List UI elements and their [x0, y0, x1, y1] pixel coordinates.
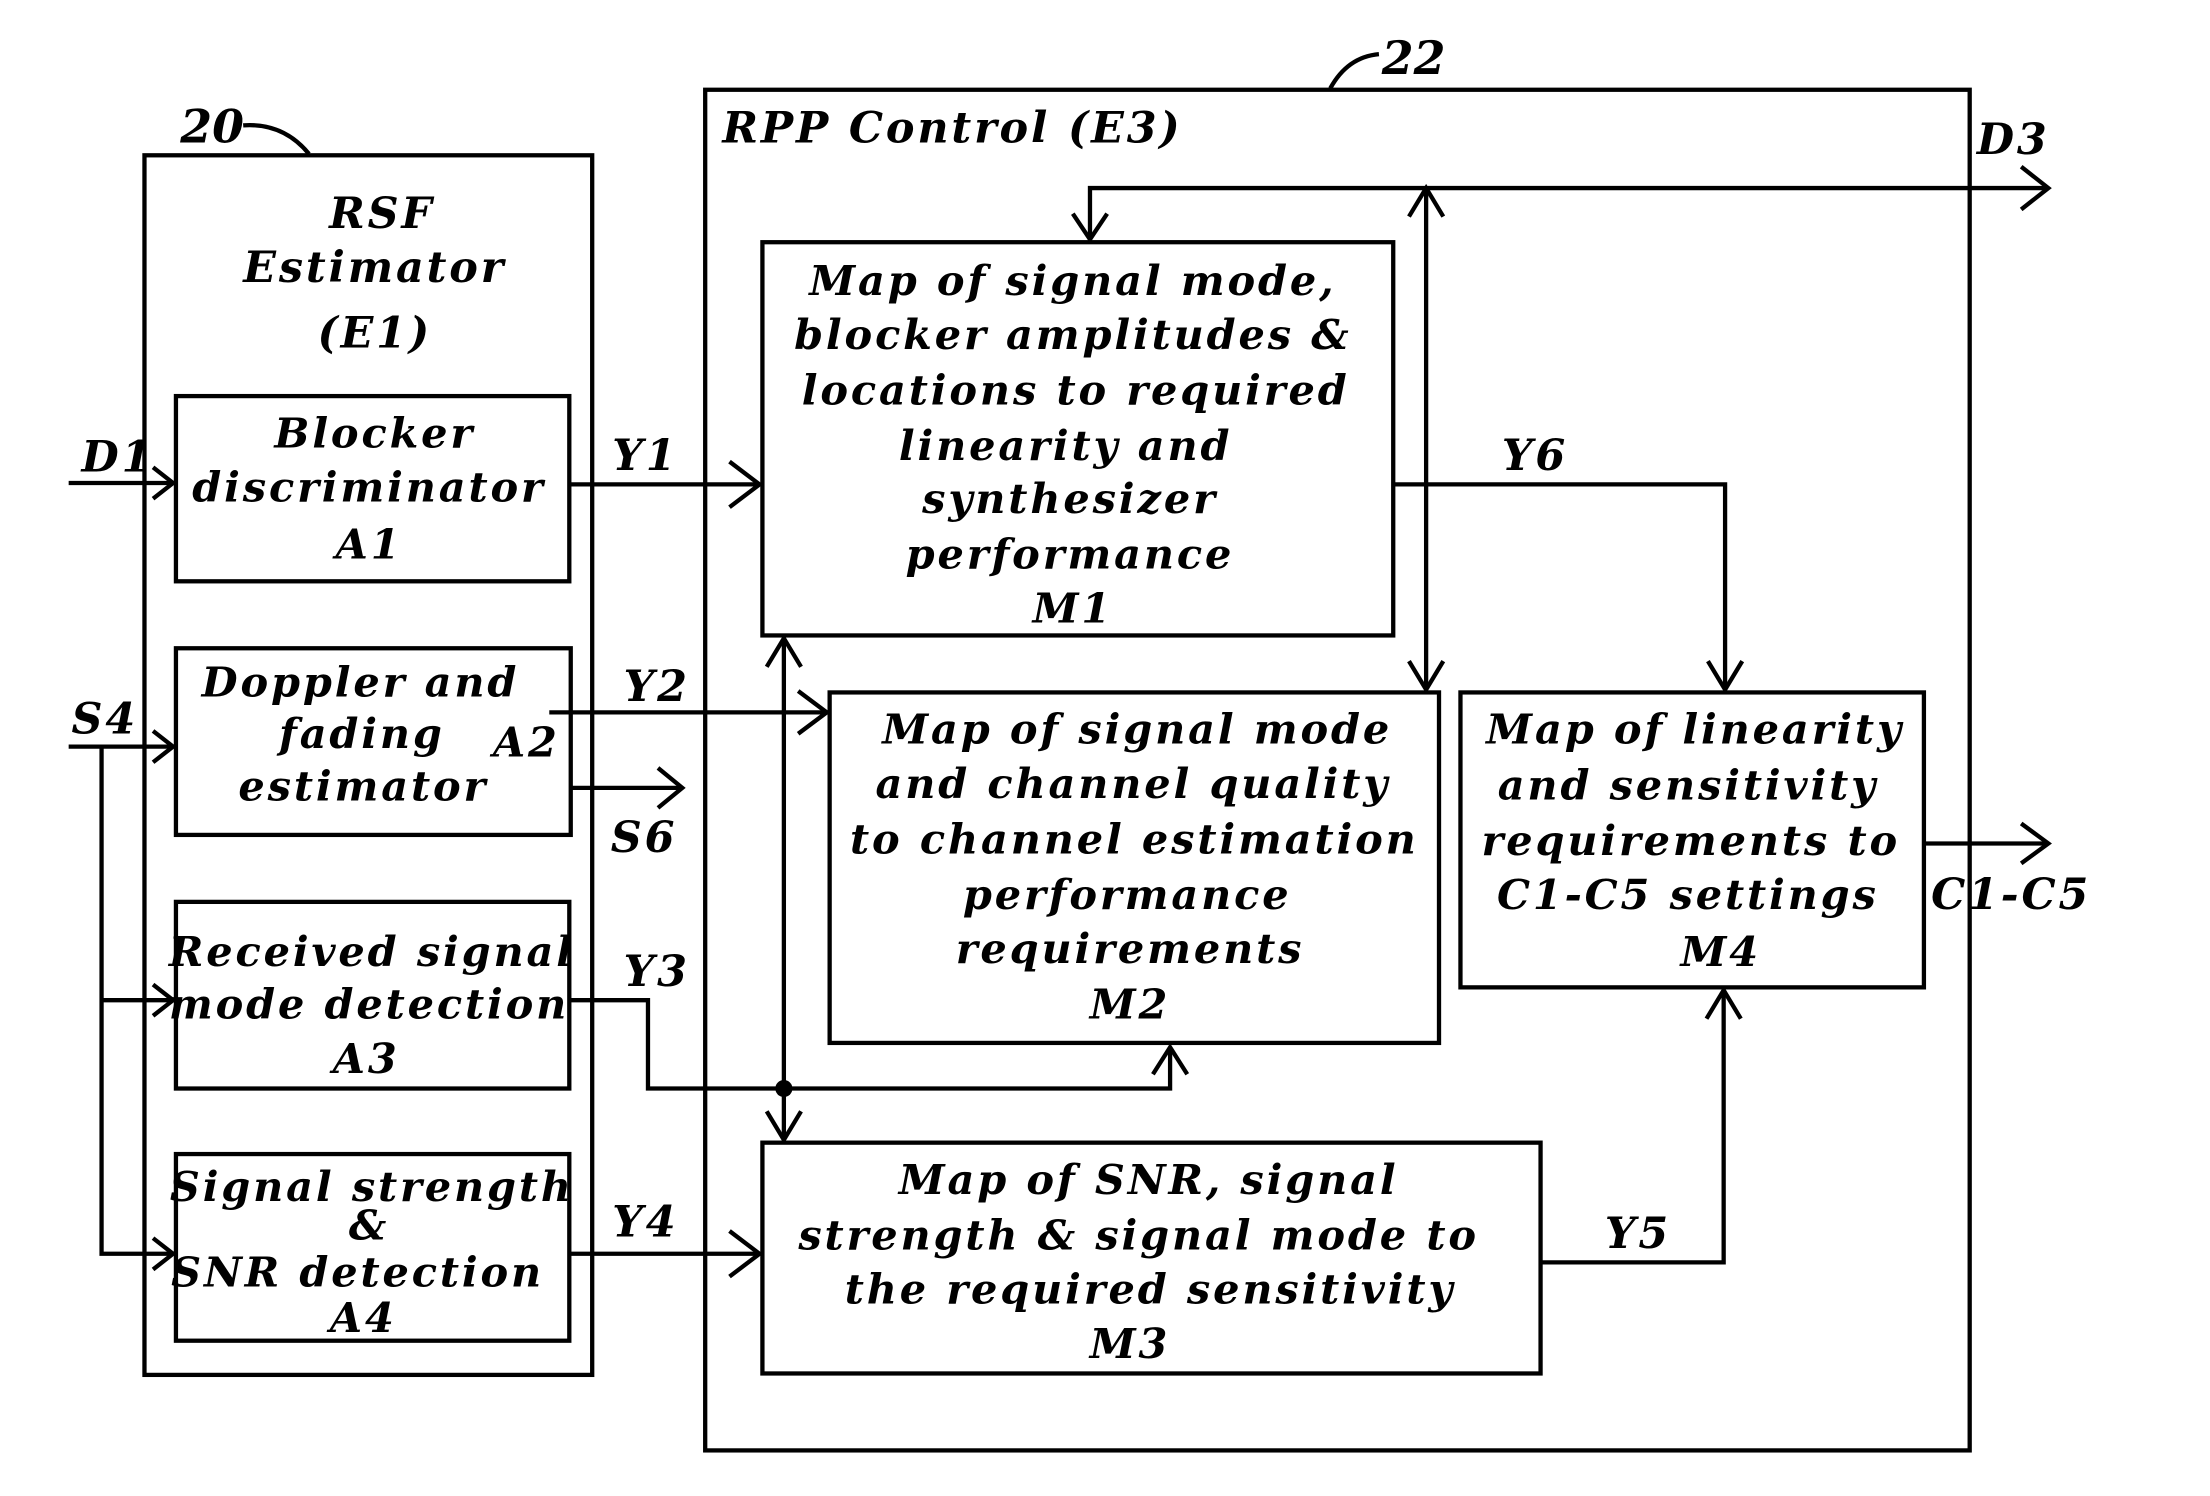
rpp-control-title: RPP Control (E3): [721, 104, 1182, 154]
block-m2-line: and channel quality: [876, 759, 1391, 808]
label-y6: Y6: [1502, 431, 1568, 481]
block-a1-id: A1: [332, 520, 403, 569]
block-m2-line: requirements: [956, 924, 1305, 973]
rsf-estimator-title-line: RSF: [328, 189, 435, 239]
block-a2-line: estimator: [238, 762, 488, 811]
block-a3-line: mode detection: [169, 980, 569, 1029]
block-m4-line: and sensitivity: [1498, 760, 1878, 809]
block-a4-line: &: [349, 1201, 389, 1250]
block-a1-blocker-discriminator[interactable]: Blocker discriminator A1: [173, 393, 572, 584]
label-y5: Y5: [1605, 1209, 1671, 1259]
block-m2-channel-estimation-map[interactable]: Map of signal mode and channel quality t…: [827, 690, 1442, 1046]
block-m3-sensitivity-map[interactable]: Map of SNR, signal strength & signal mod…: [760, 1140, 1543, 1376]
block-a4-id: A4: [326, 1293, 397, 1342]
signal-c1-c5: C1-C5: [1923, 821, 2091, 920]
label-d1: D1: [81, 433, 155, 483]
label-c1-c5: C1-C5: [1931, 870, 2091, 920]
block-m3-line: Map of SNR, signal: [897, 1155, 1399, 1204]
block-a4-signal-strength-snr[interactable]: Signal strength & SNR detection A4: [170, 1151, 574, 1343]
block-m1-line: Map of signal mode,: [807, 256, 1336, 305]
block-a3-line: Received signal: [168, 927, 575, 976]
block-m2-line: Map of signal mode: [880, 705, 1392, 754]
signal-y6: Y6: [1393, 431, 1745, 694]
junction-dot: [775, 1079, 793, 1098]
block-a2-id: A2: [489, 718, 560, 767]
label-y2: Y2: [624, 662, 690, 712]
block-a2-doppler-fading-estimator[interactable]: Doppler and fading estimator A2: [173, 646, 573, 838]
block-m1-line: performance: [906, 530, 1235, 579]
leader-line-20: [243, 123, 311, 156]
wire-d3: [1087, 185, 2049, 240]
block-m2-id: M2: [1088, 980, 1170, 1029]
leader-line-22: [1328, 52, 1380, 90]
label-y4: Y4: [612, 1198, 678, 1248]
ref-numeral-20: 20: [179, 100, 244, 154]
signal-y4: Y4: [569, 1198, 764, 1279]
block-a4-line: SNR detection: [171, 1248, 544, 1297]
block-m1-line: locations to required: [802, 366, 1350, 415]
block-a2-line: fading: [276, 709, 445, 758]
rsf-estimator-title-line: (E1): [317, 309, 432, 359]
block-a1-line: Blocker: [273, 408, 475, 457]
block-m1-linearity-map[interactable]: Map of signal mode, blocker amplitudes &…: [760, 240, 1396, 638]
block-m3-id: M3: [1088, 1319, 1170, 1368]
block-m1-line: blocker amplitudes &: [794, 310, 1351, 359]
block-m4-line: requirements to: [1482, 816, 1900, 865]
block-m1-line: synthesizer: [921, 474, 1218, 523]
block-m4-settings-map[interactable]: Map of linearity and sensitivity require…: [1458, 690, 1927, 990]
block-m3-line: strength & signal mode to: [797, 1211, 1479, 1260]
rsf-estimator-title-line: Estimator: [242, 243, 507, 293]
block-m1-line: linearity and: [899, 421, 1232, 470]
block-m1-id: M1: [1031, 584, 1113, 633]
label-d3: D3: [1976, 115, 2050, 165]
signal-y1: Y1: [569, 431, 764, 509]
block-m2-line: performance: [963, 870, 1292, 919]
block-m4-line: C1-C5 settings: [1497, 870, 1879, 919]
block-diagram: 20 22 RSF Estimator (E1) Blocker discrim…: [68, 31, 2091, 1453]
block-m3-line: the required sensitivity: [845, 1265, 1456, 1314]
block-m2-line: to channel estimation: [850, 815, 1419, 864]
label-y3: Y3: [624, 947, 690, 997]
label-y1: Y1: [612, 431, 678, 481]
block-a1-line: discriminator: [192, 463, 546, 512]
block-a3-id: A3: [329, 1034, 400, 1083]
block-a2-line: Doppler and: [201, 658, 520, 707]
label-s6: S6: [611, 813, 678, 863]
block-m4-line: Map of linearity: [1484, 705, 1904, 754]
ref-numeral-22: 22: [1381, 31, 1446, 85]
block-m4-id: M4: [1679, 927, 1761, 976]
signal-y5: Y5: [1540, 986, 1743, 1265]
block-a3-signal-mode-detection[interactable]: Received signal mode detection A3: [168, 899, 575, 1091]
wire-y6: [1393, 482, 1728, 690]
label-s4: S4: [72, 695, 139, 745]
